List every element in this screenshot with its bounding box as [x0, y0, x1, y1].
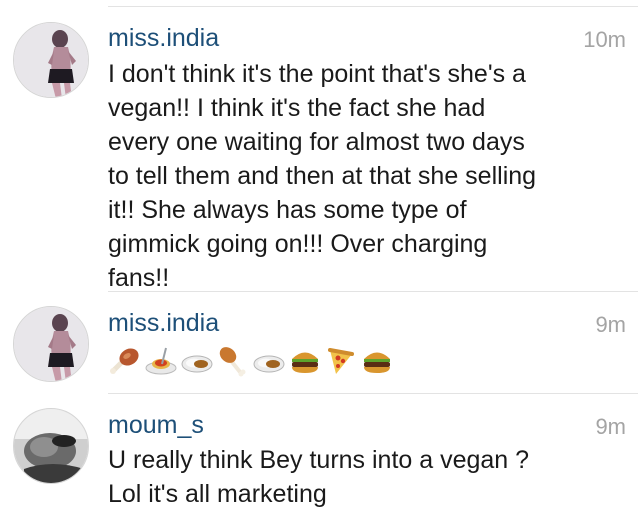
divider — [108, 291, 638, 292]
spaghetti-icon — [145, 347, 177, 375]
comment-text: I don't think it's the point that's she'… — [108, 60, 537, 292]
comment-text: U really think Bey turns into a vegan ? … — [108, 446, 530, 508]
poultry-leg-icon — [219, 347, 246, 377]
timestamp: 9m — [595, 312, 626, 337]
timestamp: 10m — [583, 27, 626, 52]
divider — [108, 6, 638, 7]
hamburger-icon — [364, 352, 390, 373]
divider — [108, 393, 638, 394]
hamburger-icon — [292, 352, 318, 373]
timestamp: 9m — [595, 414, 626, 439]
avatar[interactable] — [13, 408, 89, 484]
username[interactable]: moum_s — [108, 411, 204, 440]
emoji-row — [108, 344, 394, 378]
avatar[interactable] — [13, 22, 89, 98]
curry-rice-icon — [181, 355, 213, 373]
curry-rice-icon — [253, 355, 285, 373]
avatar[interactable] — [13, 306, 89, 382]
username[interactable]: miss.india — [108, 24, 219, 53]
meat-on-bone-icon — [110, 348, 139, 374]
username[interactable]: miss.india — [108, 309, 219, 338]
pizza-icon — [328, 348, 354, 374]
